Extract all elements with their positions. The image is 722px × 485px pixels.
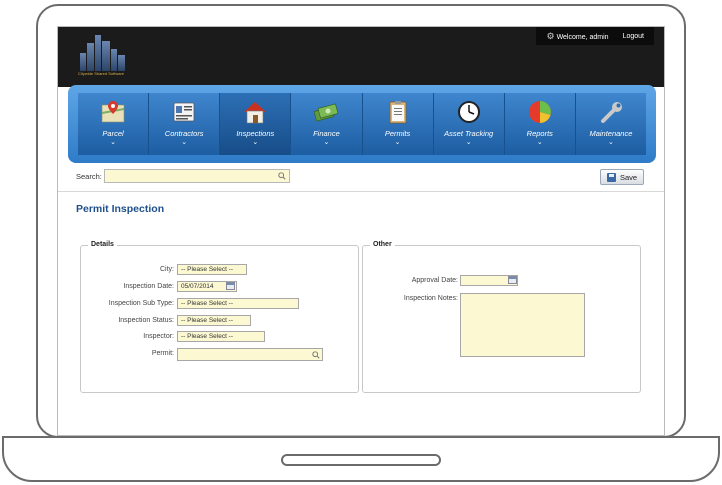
chevron-down-icon: ⌄: [608, 139, 614, 146]
clipboard-icon: [384, 99, 412, 125]
nav-label-reports: Reports: [526, 129, 553, 138]
wrench-icon: [597, 99, 625, 125]
nav-label-finance: Finance: [313, 129, 340, 138]
logo-caption: Citywide Shared Software: [78, 71, 125, 76]
nav-label-asset-tracking: Asset Tracking: [444, 129, 494, 138]
contractor-card-icon: [170, 99, 198, 125]
chevron-down-icon: ⌄: [181, 139, 188, 146]
chevron-down-icon: ⌄: [252, 139, 259, 146]
nav-item-finance[interactable]: Finance ⌄: [291, 93, 363, 155]
search-icon[interactable]: [312, 351, 320, 359]
nav-ribbon: Parcel ⌄ Contractors ⌄ Inspections ⌄ Fin…: [78, 93, 646, 155]
chevron-down-icon: ⌄: [465, 139, 472, 146]
nav-label-contractors: Contractors: [164, 129, 204, 138]
nav-item-contractors[interactable]: Contractors ⌄: [149, 93, 221, 155]
nav-label-permits: Permits: [384, 129, 411, 138]
status-select[interactable]: -- Please Select --: [177, 315, 251, 326]
search-icon[interactable]: [278, 172, 286, 180]
city-select[interactable]: -- Please Select --: [177, 264, 247, 275]
money-icon: [312, 99, 340, 125]
nav-label-parcel: Parcel: [102, 129, 124, 138]
app-screen: Citywide Shared Software ⚙ Welcome, admin…: [57, 26, 665, 436]
inspection-notes-textarea[interactable]: [460, 293, 585, 357]
toolbar: Search: Save: [58, 164, 664, 192]
sub-type-select[interactable]: -- Please Select --: [177, 298, 299, 309]
page-title: Permit Inspection: [76, 203, 165, 215]
map-pin-icon: [99, 99, 127, 125]
pie-chart-icon: [526, 99, 554, 125]
nav-item-asset-tracking[interactable]: Asset Tracking ⌄: [433, 93, 505, 155]
user-welcome: ⚙ Welcome, admin: [546, 31, 608, 42]
chevron-down-icon: ⌄: [110, 139, 116, 146]
inspection-date-label: Inspection Date:: [123, 283, 174, 290]
nav-item-parcel[interactable]: Parcel ⌄: [78, 93, 150, 155]
inspection-notes-label: Inspection Notes:: [403, 295, 458, 302]
laptop-notch: [281, 454, 441, 466]
nav-item-maintenance[interactable]: Maintenance ⌄: [575, 93, 646, 155]
status-label: Inspection Status:: [118, 317, 174, 324]
approval-date-label: Approval Date:: [411, 277, 458, 284]
save-button[interactable]: Save: [600, 169, 644, 185]
search-input[interactable]: [104, 169, 290, 183]
calendar-icon[interactable]: [508, 276, 517, 284]
other-legend: Other: [370, 241, 395, 248]
sub-type-label: Inspection Sub Type:: [108, 300, 174, 307]
chevron-down-icon: ⌄: [323, 139, 330, 146]
nav-label-inspections: Inspections: [236, 129, 275, 138]
details-legend: Details: [88, 241, 117, 248]
permit-input[interactable]: [177, 348, 323, 361]
inspector-select[interactable]: -- Please Select --: [177, 331, 265, 342]
nav-item-inspections[interactable]: Inspections ⌄: [220, 93, 292, 155]
welcome-text: Welcome, admin: [556, 33, 609, 41]
gear-icon[interactable]: ⚙: [546, 31, 554, 41]
chevron-down-icon: ⌄: [394, 139, 401, 146]
nav-item-reports[interactable]: Reports ⌄: [504, 93, 576, 155]
save-button-label: Save: [619, 172, 638, 182]
main-nav: Parcel ⌄ Contractors ⌄ Inspections ⌄ Fin…: [68, 85, 656, 163]
inspector-label: Inspector:: [143, 333, 174, 340]
nav-item-permits[interactable]: Permits ⌄: [362, 93, 434, 155]
permit-label: Permit:: [151, 350, 174, 357]
chevron-down-icon: ⌄: [536, 139, 543, 146]
calendar-icon[interactable]: [226, 282, 235, 290]
city-label: City:: [160, 266, 174, 273]
floppy-disk-icon: [606, 172, 616, 182]
app-header: Citywide Shared Software ⚙ Welcome, admin…: [58, 27, 664, 87]
nav-label-maintenance: Maintenance: [589, 129, 633, 138]
user-bar: ⚙ Welcome, admin Logout: [536, 27, 654, 45]
house-icon: [241, 99, 269, 125]
clock-icon: [455, 99, 483, 125]
search-label: Search:: [76, 172, 102, 181]
logout-link[interactable]: Logout: [623, 33, 644, 40]
